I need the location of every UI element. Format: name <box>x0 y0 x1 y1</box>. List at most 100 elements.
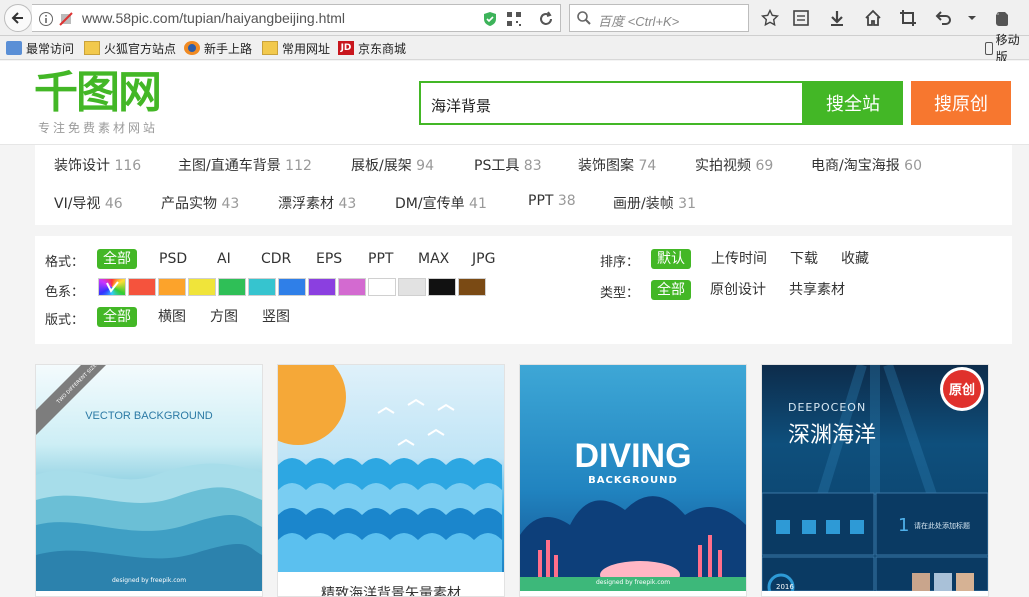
format-option-ai[interactable]: AI <box>211 249 237 269</box>
slide-title: 请在此处添加标题 <box>914 522 970 530</box>
color-swatch-yellow[interactable] <box>188 278 216 296</box>
mobile-phone-icon <box>985 41 993 55</box>
category-item[interactable]: 装饰图案 74 <box>578 155 656 175</box>
bookmark-star-icon[interactable] <box>760 8 780 28</box>
category-item[interactable]: 装饰设计 116 <box>54 155 141 175</box>
type-option-original[interactable]: 原创设计 <box>704 280 772 300</box>
color-swatch-black[interactable] <box>428 278 456 296</box>
card-caption[interactable]: 精致海洋背景矢量素材 <box>278 583 504 596</box>
back-button[interactable] <box>4 4 32 32</box>
site-search-input[interactable]: 海洋背景 <box>419 81 804 125</box>
category-count: 46 <box>104 196 123 212</box>
info-icon[interactable] <box>38 11 54 27</box>
color-swatch-gray[interactable] <box>398 278 426 296</box>
color-swatch-cyan[interactable] <box>248 278 276 296</box>
url-text[interactable]: www.58pic.com/tupian/haiyangbeijing.html <box>82 10 345 26</box>
shield-icon[interactable] <box>482 11 498 27</box>
category-item[interactable]: 漂浮素材 43 <box>278 193 356 213</box>
bookmark-most-visited[interactable]: 最常访问 <box>6 39 74 57</box>
category-item[interactable]: VI/导视 46 <box>54 193 123 213</box>
format-option-all[interactable]: 全部 <box>97 249 137 269</box>
image-card[interactable]: DEEPOCEON 深渊海洋 原创 1 请在此处添加标题 2016 <box>761 364 989 597</box>
bookmark-getting-started[interactable]: 新手上路 <box>184 39 252 57</box>
color-swatch-orange[interactable] <box>158 278 186 296</box>
color-swatch-pink[interactable] <box>338 278 366 296</box>
search-original-button[interactable]: 搜原创 <box>911 81 1011 125</box>
sort-option-default[interactable]: 默认 <box>651 249 691 269</box>
bookmark-firefox-official[interactable]: 火狐官方站点 <box>84 39 176 57</box>
browser-search-field[interactable]: 百度 <Ctrl+K> <box>569 4 749 32</box>
address-bar[interactable]: www.58pic.com/tupian/haiyangbeijing.html <box>32 4 561 32</box>
color-swatch-red[interactable] <box>128 278 156 296</box>
layout-option-landscape[interactable]: 横图 <box>152 307 192 327</box>
category-item[interactable]: 产品实物 43 <box>161 193 239 213</box>
format-option-psd[interactable]: PSD <box>153 249 193 269</box>
image-card[interactable]: TWO DIFFERENT SIZE VECTOR BACKGROUND des… <box>35 364 263 597</box>
category-name: 装饰设计 <box>54 158 110 174</box>
format-option-ppt[interactable]: PPT <box>362 249 399 269</box>
category-item[interactable]: 实拍视频 69 <box>695 155 773 175</box>
color-swatch-brown[interactable] <box>458 278 486 296</box>
bookmark-common-sites[interactable]: 常用网址 <box>262 39 330 57</box>
card-thumbnail[interactable]: DEEPOCEON 深渊海洋 原创 1 请在此处添加标题 2016 <box>762 365 988 591</box>
deep-ocean-illustration <box>762 365 988 591</box>
reload-icon[interactable] <box>537 10 555 28</box>
image-card[interactable]: DIVING BACKGROUND designed by freepik.co… <box>519 364 747 597</box>
format-option-eps[interactable]: EPS <box>310 249 348 269</box>
evernote-icon[interactable] <box>992 8 1012 28</box>
category-name: 实拍视频 <box>695 158 751 174</box>
chevron-down-icon[interactable] <box>962 8 982 28</box>
site-logo[interactable]: 千图网 <box>34 69 162 117</box>
undo-icon[interactable] <box>934 8 954 28</box>
search-all-button[interactable]: 搜全站 <box>803 81 903 125</box>
rainbow-icon <box>106 281 119 293</box>
format-option-cdr[interactable]: CDR <box>255 249 297 269</box>
category-item[interactable]: 展板/展架 94 <box>351 155 434 175</box>
layout-option-portrait[interactable]: 竖图 <box>256 307 296 327</box>
layout-option-all[interactable]: 全部 <box>97 307 137 327</box>
bookmark-label: 最常访问 <box>26 41 75 56</box>
card-thumbnail[interactable] <box>278 365 504 572</box>
category-item[interactable]: 主图/直通车背景 112 <box>178 155 312 175</box>
bookmark-mobile[interactable]: 移动版 <box>985 33 1029 64</box>
layout-option-square[interactable]: 方图 <box>204 307 244 327</box>
format-label: 格式： <box>45 255 85 270</box>
card-thumbnail[interactable]: TWO DIFFERENT SIZE VECTOR BACKGROUND des… <box>36 365 262 591</box>
folder-icon <box>84 41 100 55</box>
home-icon[interactable] <box>863 8 883 28</box>
reading-list-icon[interactable] <box>791 8 811 28</box>
image-card[interactable]: 精致海洋背景矢量素材 <box>277 364 505 597</box>
back-arrow-icon <box>11 12 23 24</box>
color-swatch-white[interactable] <box>368 278 396 296</box>
color-swatch-blue[interactable] <box>278 278 306 296</box>
category-name: DM/宣传单 <box>395 196 465 212</box>
type-option-shared[interactable]: 共享素材 <box>783 280 851 300</box>
category-panel: 装饰设计 116 主图/直通车背景 112 展板/展架 94 PS工具 83 装… <box>35 145 1012 225</box>
category-item[interactable]: PS工具 83 <box>474 155 542 175</box>
format-option-max[interactable]: MAX <box>412 249 455 269</box>
layout-label: 版式： <box>45 313 85 328</box>
category-item[interactable]: DM/宣传单 41 <box>395 193 487 213</box>
jd-logo-icon: JD <box>338 41 354 55</box>
download-icon[interactable] <box>827 8 847 28</box>
sort-option-upload-time[interactable]: 上传时间 <box>705 249 773 269</box>
color-swatch-purple[interactable] <box>308 278 336 296</box>
sort-option-favorites[interactable]: 收藏 <box>835 249 875 269</box>
category-item[interactable]: 画册/装帧 31 <box>613 193 696 213</box>
category-count: 43 <box>338 196 357 212</box>
type-option-all[interactable]: 全部 <box>651 280 691 300</box>
blocked-plugin-icon[interactable] <box>58 11 74 27</box>
qr-code-icon[interactable] <box>506 11 522 27</box>
color-swatch-green[interactable] <box>218 278 246 296</box>
color-swatch-all[interactable] <box>98 278 126 296</box>
category-item[interactable]: PPT 38 <box>528 193 576 209</box>
sort-option-downloads[interactable]: 下载 <box>784 249 824 269</box>
card-heading: DIVING <box>574 437 692 475</box>
screenshot-crop-icon[interactable] <box>898 8 918 28</box>
sort-label: 排序： <box>600 255 640 270</box>
card-footer: designed by freepik.com <box>111 577 187 584</box>
card-thumbnail[interactable]: DIVING BACKGROUND designed by freepik.co… <box>520 365 746 591</box>
category-item[interactable]: 电商/淘宝海报 60 <box>811 155 922 175</box>
format-option-jpg[interactable]: JPG <box>466 249 501 269</box>
bookmark-jd[interactable]: JD 京东商城 <box>338 39 406 57</box>
